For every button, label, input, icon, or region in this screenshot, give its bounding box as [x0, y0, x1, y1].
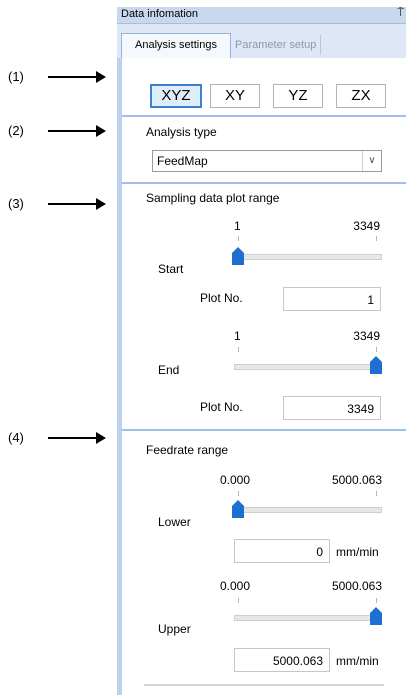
- analysis-settings-content: XYZ XY YZ ZX Analysis type FeedMap ∨ Sam…: [122, 58, 406, 695]
- start-slider-thumb[interactable]: [232, 247, 244, 265]
- end-label: End: [158, 363, 180, 377]
- section-divider: [122, 429, 406, 431]
- callout-label: (1): [8, 69, 24, 84]
- upper-slider-track[interactable]: [234, 615, 382, 621]
- callout-arrow-line: [48, 130, 98, 132]
- callout-label: (4): [8, 430, 24, 445]
- upper-slider-tick-max: [376, 598, 377, 603]
- start-slider-tick-min: [238, 236, 239, 241]
- callout-label: (3): [8, 196, 24, 211]
- lower-slider-min: 0.000: [220, 473, 251, 487]
- end-slider-tick-max: [376, 347, 377, 352]
- lower-label: Lower: [158, 515, 191, 529]
- section-divider: [122, 115, 406, 117]
- callout-arrow-line: [48, 76, 98, 78]
- end-slider-thumb[interactable]: [370, 356, 382, 374]
- chevron-down-icon[interactable]: ∨: [362, 151, 381, 171]
- callout-label: (2): [8, 123, 24, 138]
- panel-titlebar[interactable]: Data infomation ⍑: [117, 7, 406, 24]
- callout-1: (1): [0, 67, 120, 87]
- callout-4: (4): [0, 428, 120, 448]
- upper-label: Upper: [158, 622, 191, 636]
- arrow-right-icon: [96, 432, 106, 444]
- end-plot-no-input[interactable]: 3349: [283, 396, 381, 420]
- pin-icon[interactable]: ⍑: [397, 7, 404, 20]
- panel-title: Data infomation: [121, 8, 199, 20]
- analysis-type-heading: Analysis type: [146, 125, 217, 139]
- callout-arrow-line: [48, 437, 98, 439]
- end-plot-no-label: Plot No.: [200, 400, 243, 414]
- feedrate-range-heading: Feedrate range: [146, 443, 229, 457]
- lower-slider-max: 5000.063: [331, 473, 382, 487]
- start-slider-max: 3349: [353, 219, 380, 233]
- upper-slider-thumb[interactable]: [370, 607, 382, 625]
- sampling-range-heading: Sampling data plot range: [146, 191, 280, 205]
- lower-slider-thumb[interactable]: [232, 500, 244, 518]
- lower-slider-tick-min: [238, 491, 239, 496]
- tab-bar: Analysis settings Parameter setup: [117, 24, 406, 60]
- section-divider: [122, 182, 406, 184]
- analysis-type-select[interactable]: FeedMap ∨: [152, 150, 382, 172]
- tab-analysis-settings[interactable]: Analysis settings: [121, 33, 231, 58]
- start-slider-tick-max: [376, 236, 377, 241]
- data-information-panel: Data infomation ⍑ Analysis settings Para…: [117, 0, 406, 695]
- upper-slider-tick-min: [238, 598, 239, 603]
- lower-slider-tick-max: [376, 491, 377, 496]
- start-label: Start: [158, 262, 184, 276]
- view-zx-button[interactable]: ZX: [336, 84, 386, 108]
- end-slider-track[interactable]: [234, 364, 382, 370]
- end-slider-max: 3349: [353, 329, 380, 343]
- lower-unit-label: mm/min: [336, 545, 379, 559]
- end-slider-min: 1: [234, 329, 241, 343]
- arrow-right-icon: [96, 125, 106, 137]
- lower-slider-track[interactable]: [234, 507, 382, 513]
- end-slider-tick-min: [238, 347, 239, 352]
- upper-feedrate-input[interactable]: 5000.063: [234, 648, 330, 672]
- start-slider-track[interactable]: [234, 254, 382, 260]
- bottom-divider: [144, 684, 384, 686]
- callout-3: (3): [0, 194, 120, 214]
- tab-parameter-setup[interactable]: Parameter setup: [231, 35, 322, 55]
- view-yz-button[interactable]: YZ: [273, 84, 323, 108]
- upper-slider-min: 0.000: [220, 579, 251, 593]
- start-slider-min: 1: [234, 219, 241, 233]
- view-xy-button[interactable]: XY: [210, 84, 260, 108]
- arrow-right-icon: [96, 198, 106, 210]
- callout-arrow-line: [48, 203, 98, 205]
- callout-2: (2): [0, 121, 120, 141]
- lower-feedrate-input[interactable]: 0: [234, 539, 330, 563]
- start-plot-no-label: Plot No.: [200, 291, 243, 305]
- upper-unit-label: mm/min: [336, 654, 379, 668]
- analysis-type-value: FeedMap: [157, 154, 208, 168]
- upper-slider-max: 5000.063: [331, 579, 382, 593]
- view-xyz-button[interactable]: XYZ: [150, 84, 202, 108]
- arrow-right-icon: [96, 71, 106, 83]
- start-plot-no-input[interactable]: 1: [283, 287, 381, 311]
